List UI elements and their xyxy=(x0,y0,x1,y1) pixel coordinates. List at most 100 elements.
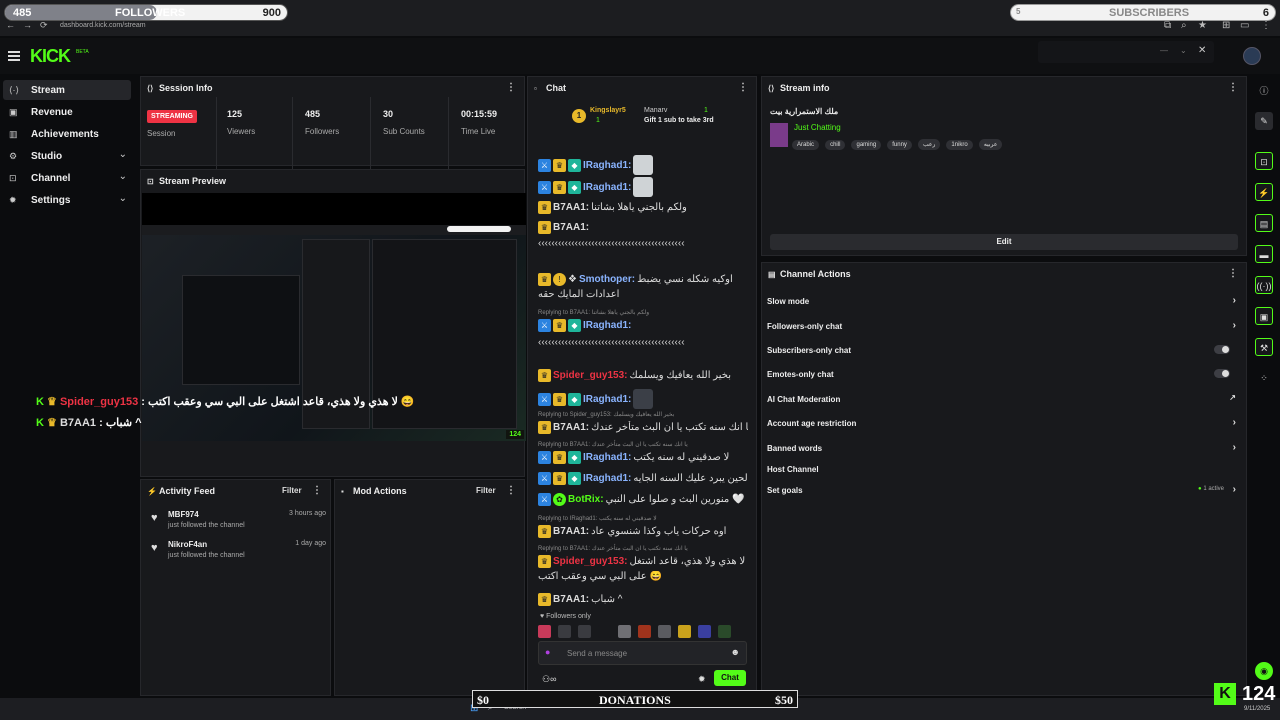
emotes-only-toggle[interactable] xyxy=(1214,369,1230,378)
chat-username[interactable]: IRaghad1: xyxy=(583,473,631,484)
more-options-icon[interactable]: ⋮ xyxy=(506,485,516,496)
donations-current: $0 xyxy=(477,693,489,707)
chat-username[interactable]: B7AA1: xyxy=(553,202,589,213)
gifter-leaderboard[interactable]: 1 Kingslayr5 1 Manarv 1 Gift 1 sub to ta… xyxy=(572,105,722,137)
action-set-goals[interactable]: Set goals ● 1 active › xyxy=(767,479,1236,501)
action-slow-mode[interactable]: Slow mode › xyxy=(767,290,1236,312)
sidebar-item-stream[interactable]: ⟨·⟩ Stream xyxy=(3,80,131,100)
moderator-badge-icon: ⚔ xyxy=(538,180,551,194)
emoji-icon[interactable]: ☻ xyxy=(731,647,740,657)
chat-settings-gear-icon[interactable]: ✹ xyxy=(698,674,706,685)
avatar[interactable] xyxy=(1243,47,1261,65)
split-view-icon[interactable]: ▭ xyxy=(1240,20,1249,31)
emote-icon[interactable] xyxy=(698,625,711,638)
chat-username[interactable]: IRaghad1: xyxy=(583,394,631,405)
broadcast-icon[interactable]: ((·)) xyxy=(1255,276,1273,294)
chat-username[interactable]: B7AA1: xyxy=(553,526,589,537)
pencil-icon[interactable]: ✎ xyxy=(1255,112,1273,130)
sidebar-item-revenue[interactable]: ▣ Revenue xyxy=(3,102,131,122)
chat-username[interactable]: Spider_guy153: xyxy=(553,556,627,567)
category-name[interactable]: Just Chatting xyxy=(794,123,841,132)
activity-filter-button[interactable]: Filter xyxy=(282,486,302,495)
chat-text: يا انك سنه تكتب يا ان البث متأخر عندك xyxy=(591,422,748,433)
chat-bubble-icon[interactable]: ▬ xyxy=(1255,245,1273,263)
subscribers-only-toggle[interactable] xyxy=(1214,345,1230,354)
chat-input[interactable]: ● Send a message ☻ xyxy=(538,641,747,665)
sidebar-item-studio[interactable]: ⚙ Studio ⌄ xyxy=(3,146,131,166)
translate-icon[interactable]: ⧉ xyxy=(1164,20,1171,31)
more-options-icon[interactable]: ⋮ xyxy=(1228,82,1238,93)
minimize-icon[interactable]: — xyxy=(1160,46,1168,55)
info-icon[interactable]: ⓘ xyxy=(1255,82,1273,100)
emote-icon[interactable] xyxy=(558,625,571,638)
more-options-icon[interactable]: ⋮ xyxy=(738,82,748,93)
action-account-age-restriction[interactable]: Account age restriction › xyxy=(767,412,1236,434)
chat-username[interactable]: B7AA1: xyxy=(553,594,589,605)
hamburger-menu-icon[interactable] xyxy=(8,51,20,61)
mod-filter-button[interactable]: Filter xyxy=(476,486,496,495)
emote-icon[interactable] xyxy=(578,625,591,638)
emote-icon[interactable] xyxy=(718,625,731,638)
reload-icon[interactable]: ⟳ xyxy=(40,20,48,31)
preview-nested-panel xyxy=(182,275,300,385)
close-icon[interactable]: ✕ xyxy=(1198,45,1206,56)
chat-username[interactable]: IRaghad1: xyxy=(583,182,631,193)
more-options-icon[interactable]: ⋮ xyxy=(506,82,516,93)
emote-icon[interactable] xyxy=(638,625,651,638)
reply-context[interactable]: Replying to IRaghad1: لا صدقيني له سنه ي… xyxy=(538,515,657,522)
edit-stream-info-button[interactable]: Edit xyxy=(770,234,1238,250)
emote-picker-icon[interactable]: ● xyxy=(545,647,550,657)
media-icon[interactable]: ▣ xyxy=(1255,307,1273,325)
emote-icon[interactable] xyxy=(678,625,691,638)
chat-message-list[interactable]: ⚔ ♛ ◆ IRaghad1: ⚔ ♛ ◆ IRaghad1: ♛ B7AA1:… xyxy=(528,141,758,611)
chat-username[interactable]: B7AA1: xyxy=(553,422,589,433)
more-options-icon[interactable]: ⋮ xyxy=(1228,268,1238,279)
document-icon[interactable]: ▤ xyxy=(1255,214,1273,232)
activity-name[interactable]: NikroF4an xyxy=(168,540,207,549)
kick-logo[interactable]: KICK xyxy=(30,46,71,67)
maximize-icon[interactable]: ⌄ xyxy=(1180,46,1187,55)
action-banned-words[interactable]: Banned words › xyxy=(767,437,1236,459)
subscribers-current: 5 xyxy=(1016,7,1021,16)
back-icon[interactable]: ← xyxy=(6,20,15,30)
zoom-icon[interactable]: ⌕ xyxy=(1181,20,1187,31)
apps-icon[interactable]: ⁘ xyxy=(1255,369,1273,387)
chat-username[interactable]: BotRix: xyxy=(568,494,604,505)
emote-icon[interactable] xyxy=(538,625,551,638)
bookmark-star-icon[interactable]: ★ xyxy=(1198,20,1207,31)
menu-icon[interactable]: ⋮ xyxy=(1261,20,1271,31)
reply-context[interactable]: Replying to B7AA1: يا انك سنه تكتب يا ان… xyxy=(538,441,688,448)
donations-goal-target: $50 xyxy=(775,693,793,707)
lightning-icon[interactable]: ⚡ xyxy=(1255,183,1273,201)
wrench-icon[interactable]: ⚒ xyxy=(1255,338,1273,356)
sidebar-item-achievements[interactable]: ▥ Achievements xyxy=(3,124,131,144)
action-followers-only-chat[interactable]: Followers-only chat › xyxy=(767,315,1236,337)
chat-username[interactable]: B7AA1: xyxy=(553,222,589,233)
forward-icon[interactable]: → xyxy=(23,20,32,30)
chat-users-icon[interactable]: ⚇∞ xyxy=(542,674,556,685)
emote-icon[interactable] xyxy=(618,625,631,638)
chat-username[interactable]: IRaghad1: xyxy=(583,320,631,331)
address-bar[interactable]: dashboard.kick.com/stream xyxy=(60,22,146,29)
send-chat-button[interactable]: Chat xyxy=(714,670,746,686)
chat-username[interactable]: IRaghad1: xyxy=(583,160,631,171)
action-ai-chat-moderation[interactable]: AI Chat Moderation ↗ xyxy=(767,388,1236,410)
reply-context[interactable]: Replying to B7AA1: يا انك سنه تكتب يا ان… xyxy=(538,545,688,552)
emote-icon[interactable] xyxy=(658,625,671,638)
reply-context[interactable]: Replying to B7AA1: ولكم بالجني ياهلا بشا… xyxy=(538,309,649,316)
sidebar-item-channel[interactable]: ⊡ Channel ⌄ xyxy=(3,168,131,188)
chat-username[interactable]: IRaghad1: xyxy=(583,452,631,463)
chat-username[interactable]: Smothoper: xyxy=(579,274,635,285)
reply-context[interactable]: Replying to Spider_guy153: بخير الله يعا… xyxy=(538,411,674,418)
action-label: Followers-only chat xyxy=(767,321,843,331)
help-chat-icon[interactable]: ◉ xyxy=(1255,662,1273,680)
preview-goal-bar xyxy=(447,226,511,232)
activity-name[interactable]: MBF974 xyxy=(168,510,199,519)
action-host-channel[interactable]: Host Channel xyxy=(767,458,1236,480)
chat-username[interactable]: Spider_guy153: xyxy=(553,370,627,381)
more-options-icon[interactable]: ⋮ xyxy=(312,485,322,496)
sidebar-item-settings[interactable]: ✹ Settings ⌄ xyxy=(3,190,131,210)
emote-icon[interactable] xyxy=(598,625,611,638)
target-icon[interactable]: ⊡ xyxy=(1255,152,1273,170)
extensions-icon[interactable]: ⊞ xyxy=(1222,20,1230,31)
